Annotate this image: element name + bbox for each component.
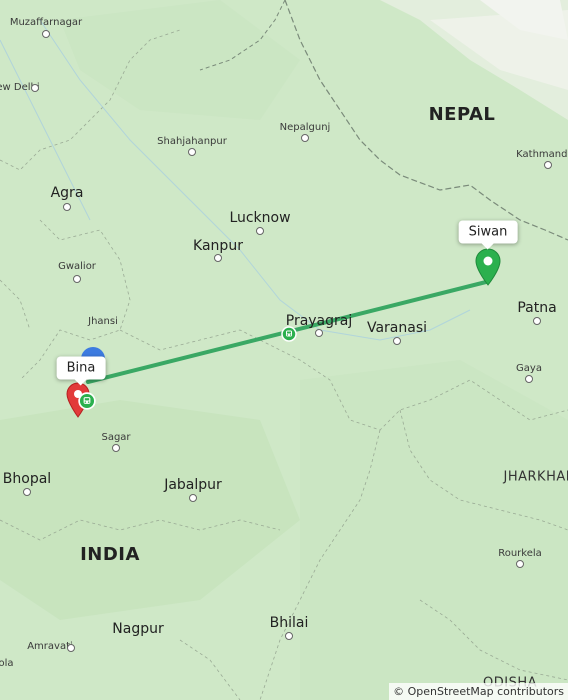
origin-callout[interactable]: Bina <box>56 356 106 386</box>
town-label-gaya: Gaya <box>516 363 542 374</box>
state-label-jharkhand: JHARKHAND <box>503 469 568 485</box>
train-icon[interactable] <box>281 326 297 342</box>
city-label-patna: Patna <box>517 300 557 316</box>
place-dot <box>544 161 552 169</box>
place-dot <box>516 560 524 568</box>
place-dot <box>301 134 309 142</box>
town-label-muzaffarnagar: Muzaffarnagar <box>9 17 83 28</box>
town-label-shahjahanpur: Shahjahanpur <box>157 136 227 147</box>
map-attribution[interactable]: © OpenStreetMap contributors <box>389 683 568 700</box>
destination-pin-icon[interactable] <box>474 248 502 286</box>
town-label-akola: ola <box>0 658 14 669</box>
city-label-bhilai: Bhilai <box>269 615 309 631</box>
place-dot <box>189 494 197 502</box>
city-label-kanpur: Kanpur <box>193 238 243 254</box>
city-label-jabalpur: Jabalpur <box>164 477 222 493</box>
city-label-lucknow: Lucknow <box>229 210 291 226</box>
place-dot <box>112 444 120 452</box>
town-label-sagar: Sagar <box>101 432 131 443</box>
city-label-nagpur: Nagpur <box>112 621 164 637</box>
place-dot <box>42 30 50 38</box>
town-label-nepalgunj: Nepalgunj <box>279 122 331 133</box>
place-dot <box>31 84 39 92</box>
origin-train-icon[interactable] <box>78 392 96 410</box>
country-label-nepal: NEPAL <box>428 104 496 125</box>
place-dot <box>315 329 323 337</box>
place-dot <box>393 337 401 345</box>
destination-callout[interactable]: Siwan <box>458 220 518 250</box>
town-label-jhansi: Jhansi <box>88 316 118 327</box>
place-dot <box>73 275 81 283</box>
place-dot <box>214 254 222 262</box>
town-label-amravati: Amravati <box>27 641 73 652</box>
place-dot <box>525 375 533 383</box>
place-dot <box>67 644 75 652</box>
map-canvas[interactable]: NEPAL INDIA JHARKHAND ODISHA Agra Kanpur… <box>0 0 568 700</box>
city-label-varanasi: Varanasi <box>366 320 428 336</box>
place-dot <box>63 203 71 211</box>
place-dot <box>533 317 541 325</box>
city-label-agra: Agra <box>50 185 84 201</box>
town-label-rourkela: Rourkela <box>498 548 542 559</box>
country-label-india: INDIA <box>80 544 140 565</box>
town-label-gwalior: Gwalior <box>58 261 96 272</box>
city-label-bhopal: Bhopal <box>2 471 52 487</box>
place-dot <box>256 227 264 235</box>
town-label-kathmandu: Kathmandu <box>516 149 568 160</box>
place-dot <box>23 488 31 496</box>
place-dot <box>188 148 196 156</box>
place-dot <box>285 632 293 640</box>
